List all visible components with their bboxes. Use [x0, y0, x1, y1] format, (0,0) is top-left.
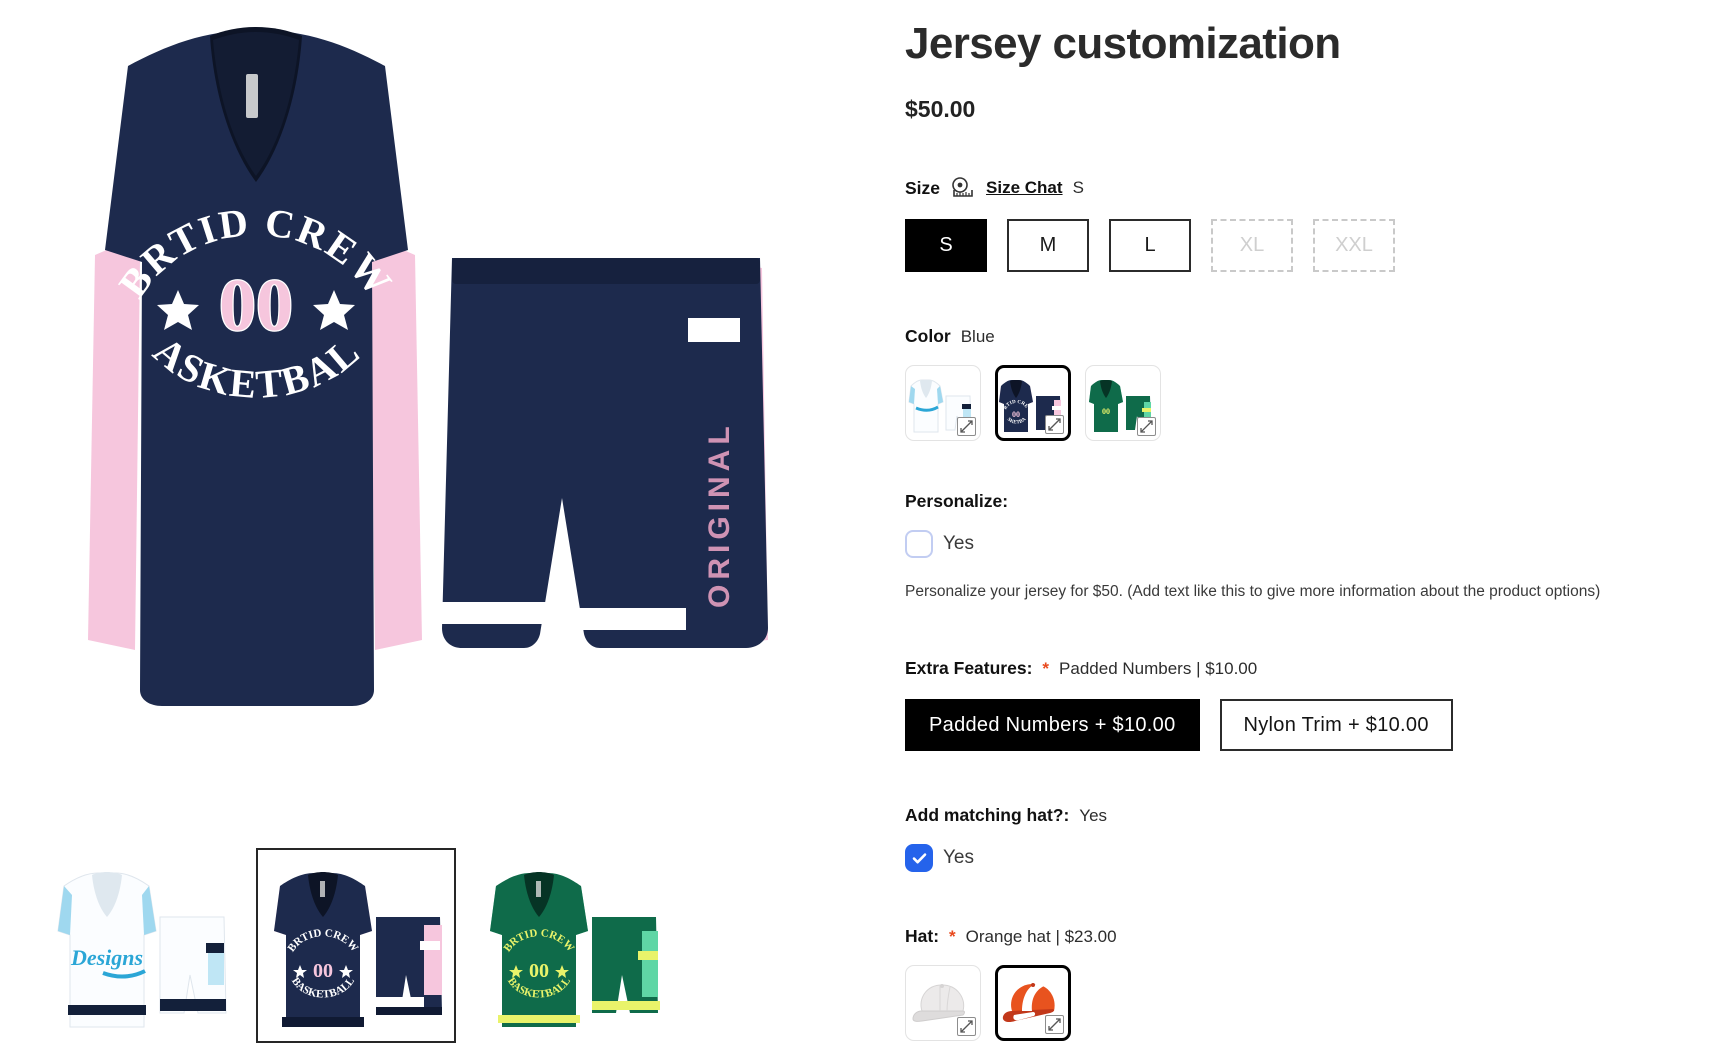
shorts-side-text: ORIGINAL: [703, 421, 736, 608]
size-options: S M L XL XXL: [905, 219, 1695, 273]
color-swatch-blue[interactable]: BRTID CREW 00 BASKETBALL: [995, 365, 1071, 442]
product-page: BRTID CREW 00 BASKETBALL: [0, 0, 1720, 1060]
thumbnail-blue-jersey[interactable]: BRTID CREW 00 BASKETBALL: [256, 847, 456, 1043]
size-option-xl: XL: [1211, 219, 1293, 273]
personalize-heading: Personalize:: [905, 491, 1009, 512]
shorts-graphic: ORIGINAL: [442, 258, 768, 648]
thumb-script-text: Designs: [69, 945, 142, 970]
personalize-checkbox[interactable]: [905, 530, 933, 559]
matching-hat-header: Add matching hat?: Yes: [905, 805, 1695, 826]
size-option-header: Size Size Chat S: [905, 177, 1695, 199]
extra-features-label: Extra Features:: [905, 658, 1033, 679]
matching-hat-selected-value: Yes: [1079, 805, 1108, 825]
personalize-checkbox-row[interactable]: Yes: [905, 530, 1695, 559]
jersey-graphic: BRTID CREW 00 BASKETBALL: [0, 0, 422, 706]
color-swatch-white[interactable]: [905, 365, 981, 442]
page-title: Jersey customization: [905, 19, 1341, 68]
expand-arrows-icon[interactable]: [957, 1017, 976, 1037]
matching-hat-checkbox-row[interactable]: Yes: [905, 844, 1695, 873]
extra-feature-nylon-trim[interactable]: Nylon Trim + $10.00: [1219, 699, 1453, 752]
expand-arrows-icon[interactable]: [957, 417, 976, 437]
extra-features-options: Padded Numbers + $10.00 Nylon Trim + $10…: [905, 699, 1695, 752]
color-selected-value: Blue: [960, 326, 995, 346]
color-option-header: Color Blue: [905, 326, 1695, 347]
required-asterisk-icon: *: [949, 927, 956, 947]
thumbnail-strip: Designs BRTID CREW 00 BASKETBALL BRTID C…: [40, 845, 700, 1045]
expand-arrows-icon[interactable]: [1045, 1015, 1064, 1035]
size-option-l[interactable]: L: [1109, 219, 1191, 273]
jersey-number: 00: [219, 265, 293, 347]
product-gallery: BRTID CREW 00 BASKETBALL: [0, 0, 905, 1060]
checkmark-icon: [912, 853, 926, 864]
size-selected-value: S: [1072, 178, 1084, 198]
hat-swatch-white[interactable]: [905, 965, 981, 1042]
hat-selected-value: Orange hat | $23.00: [965, 926, 1117, 946]
size-option-m[interactable]: M: [1007, 219, 1089, 273]
personalize-checkbox-label: Yes: [943, 533, 974, 555]
required-asterisk-icon: *: [1042, 659, 1050, 679]
product-details-panel: Jersey customization $50.00 Size Size Ch…: [905, 0, 1720, 1060]
matching-hat-label: Add matching hat?:: [905, 805, 1070, 826]
hat-header: Hat: * Orange hat | $23.00: [905, 926, 1695, 947]
svg-text:00: 00: [529, 960, 549, 982]
matching-hat-checkbox-label: Yes: [943, 847, 974, 869]
product-price: $50.00: [905, 96, 976, 123]
hat-label: Hat:: [905, 926, 940, 947]
personalize-help-text: Personalize your jersey for $50. (Add te…: [905, 583, 1601, 601]
tape-measure-icon: [950, 177, 976, 199]
expand-arrows-icon[interactable]: [1045, 415, 1064, 435]
color-label: Color: [905, 326, 951, 347]
hero-product-image[interactable]: BRTID CREW 00 BASKETBALL: [0, 0, 905, 835]
size-option-s[interactable]: S: [905, 219, 987, 273]
thumbnail-green-jersey[interactable]: BRTID CREW 00 BASKETBALL: [472, 847, 672, 1043]
extra-feature-padded-numbers[interactable]: Padded Numbers + $10.00: [905, 699, 1200, 752]
svg-text:00: 00: [1102, 407, 1110, 416]
color-swatch-green[interactable]: 00: [1085, 365, 1161, 442]
size-label: Size: [905, 177, 941, 198]
thumbnail-white-jersey[interactable]: Designs: [40, 847, 240, 1043]
hat-swatch-orange[interactable]: [995, 965, 1071, 1042]
hat-swatches: [905, 965, 1695, 1042]
svg-text:00: 00: [313, 960, 333, 982]
extra-features-header: Extra Features: * Padded Numbers | $10.0…: [905, 658, 1695, 679]
size-chart-link[interactable]: Size Chat: [986, 178, 1063, 198]
size-option-xxl: XXL: [1313, 219, 1395, 273]
matching-hat-checkbox[interactable]: [905, 844, 933, 873]
color-swatches: BRTID CREW 00 BASKETBALL: [905, 365, 1695, 442]
extra-features-selected-value: Padded Numbers | $10.00: [1059, 658, 1258, 678]
expand-arrows-icon[interactable]: [1137, 417, 1156, 437]
svg-text:00: 00: [1012, 410, 1020, 419]
